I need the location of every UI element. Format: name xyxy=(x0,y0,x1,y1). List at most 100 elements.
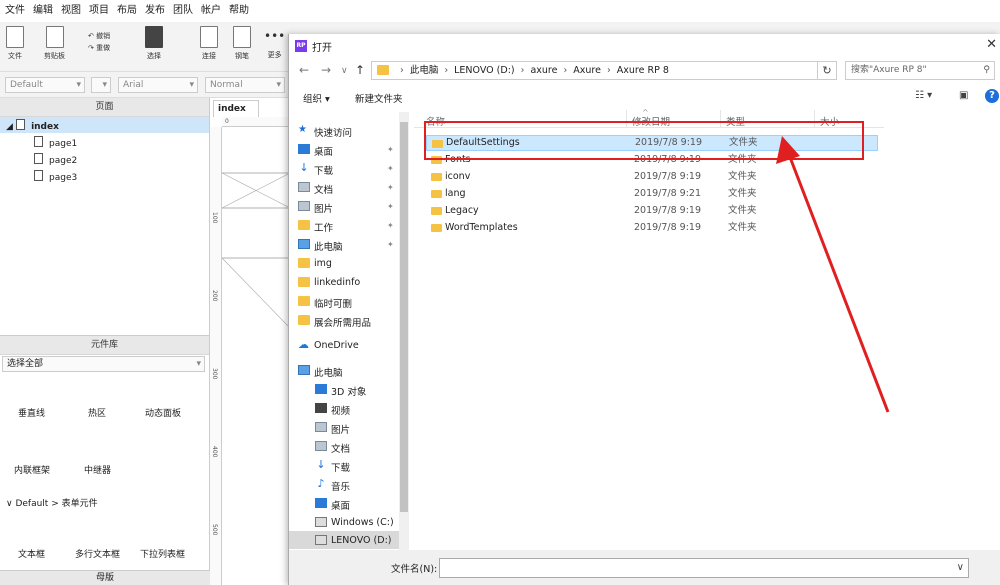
help-icon[interactable]: ? xyxy=(985,89,999,103)
widget-textbox[interactable]: 文本框 xyxy=(18,547,45,560)
nav-documents[interactable]: 文档 xyxy=(298,182,333,196)
page-item-1[interactable]: page1 xyxy=(34,136,77,149)
search-icon: ⚲ xyxy=(983,65,990,75)
widget-section-header[interactable]: ∨ Default > 表单元件 xyxy=(6,496,98,509)
nav-pictures[interactable]: 图片 xyxy=(298,201,333,215)
tab-index-label: index xyxy=(218,104,246,114)
nav-drive-d[interactable]: LENOVO (D:) xyxy=(315,535,391,546)
refresh-button[interactable]: ↻ xyxy=(817,61,837,80)
nav-label: 文档 xyxy=(331,444,351,455)
menu-publish[interactable]: 发布 xyxy=(141,0,169,22)
tab-index[interactable]: index × xyxy=(213,100,259,130)
view-options-icon[interactable]: ☷ ▾ xyxy=(915,90,932,101)
page-item-3[interactable]: page3 xyxy=(34,170,77,183)
select-tool[interactable]: 选择 xyxy=(145,26,163,61)
nav-linkedinfo[interactable]: linkedinfo xyxy=(298,277,360,288)
nav-3d-objects[interactable]: 3D 对象 xyxy=(315,384,366,398)
breadcrumb-item[interactable]: 此电脑 xyxy=(410,65,439,76)
nav-exhibition[interactable]: 展会所需用品 xyxy=(298,315,371,329)
search-input[interactable]: 搜索"Axure RP 8" ⚲ xyxy=(845,61,995,80)
menu-view[interactable]: 视图 xyxy=(57,0,85,22)
undo-button[interactable]: ↶ 撤销 xyxy=(88,30,110,42)
menu-help[interactable]: 帮助 xyxy=(225,0,253,22)
download-icon: ↓ xyxy=(299,161,309,174)
more-tool[interactable]: ••• 更多 xyxy=(264,26,285,60)
design-canvas[interactable] xyxy=(210,98,290,585)
widget-repeater[interactable]: 中继器 xyxy=(84,463,111,476)
redo-button[interactable]: ↷ 重做 xyxy=(88,42,110,54)
font-weight-select[interactable]: Normal xyxy=(205,77,285,93)
nav-temp[interactable]: 临时可删 xyxy=(298,296,352,310)
file-name: iconv xyxy=(445,171,471,182)
nav-quick-access[interactable]: ★ 快速访问 xyxy=(298,125,352,140)
nav-drive-c[interactable]: Windows (C:) xyxy=(315,517,394,528)
font-select[interactable]: Arial xyxy=(118,77,198,93)
style-select[interactable]: Default xyxy=(5,77,85,93)
close-icon[interactable]: ✕ xyxy=(986,37,997,52)
pen-tool[interactable]: 钢笔 xyxy=(233,26,251,61)
pages-panel: 页面 ◢ index page1 page2 page3 xyxy=(0,98,210,335)
organize-button[interactable]: 组织 ▾ xyxy=(303,91,330,105)
widget-hotspot[interactable]: 热区 xyxy=(88,406,106,419)
menu-file[interactable]: 文件 xyxy=(0,0,29,22)
new-folder-button[interactable]: 新建文件夹 xyxy=(355,91,403,105)
new-file-icon xyxy=(6,26,24,48)
file-tool[interactable]: 文件 xyxy=(6,26,24,61)
nav-videos[interactable]: 视频 xyxy=(315,403,350,417)
filename-input[interactable]: ∨ xyxy=(439,558,969,578)
clipboard-tool[interactable]: 剪贴板 xyxy=(44,26,65,61)
connect-tool[interactable]: 连接 xyxy=(200,26,218,61)
widget-vertical-line[interactable]: 垂直线 xyxy=(18,406,45,419)
forward-arrow-icon[interactable]: → xyxy=(321,63,331,77)
library-select[interactable]: 选择全部 xyxy=(2,356,205,372)
nav-pc-pictures[interactable]: 图片 xyxy=(315,422,350,436)
back-arrow-icon[interactable]: ← xyxy=(299,63,309,77)
up-arrow-icon[interactable]: ↑ xyxy=(355,63,365,77)
nav-work[interactable]: 工作 xyxy=(298,220,333,234)
nav-scrollbar-thumb[interactable] xyxy=(400,122,408,512)
nav-downloads[interactable]: ↓ 下载 xyxy=(299,162,333,177)
nav-label: Windows (C:) xyxy=(331,517,394,528)
breadcrumb-item[interactable]: LENOVO (D:) xyxy=(454,65,514,76)
menu-edit[interactable]: 编辑 xyxy=(29,0,57,22)
menu-team[interactable]: 团队 xyxy=(169,0,197,22)
nav-onedrive[interactable]: ☁ OneDrive xyxy=(298,339,359,351)
page-index[interactable]: ◢ index xyxy=(6,119,59,132)
address-bar[interactable]: › 此电脑 › LENOVO (D:) › axure › Axure › Axure RP 8 … xyxy=(371,61,835,80)
nav-music[interactable]: ♪ 音乐 xyxy=(317,478,350,493)
page-item-2[interactable]: page2 xyxy=(34,153,77,166)
nav-desktop[interactable]: 桌面 xyxy=(298,144,333,158)
widget-dynamic-panel[interactable]: 动态面板 xyxy=(145,406,181,419)
nav-pc-desktop[interactable]: 桌面 xyxy=(315,498,350,512)
nav-this-pc-pinned[interactable]: 此电脑 xyxy=(298,239,343,253)
nav-pc-downloads[interactable]: ↓ 下载 xyxy=(316,459,350,474)
widgets-panel-title: 元件库 xyxy=(0,336,209,355)
menu-layout[interactable]: 布局 xyxy=(113,0,141,22)
nav-img[interactable]: img xyxy=(298,258,332,269)
page-icon xyxy=(34,136,43,147)
chevron-down-icon[interactable]: ∨ xyxy=(341,66,348,76)
folder-icon xyxy=(298,277,310,287)
chevron-down-icon[interactable]: ∨ xyxy=(957,562,964,573)
cube-icon xyxy=(315,384,327,394)
pin-icon: ✦ xyxy=(387,145,394,154)
preview-pane-icon[interactable]: ▣ xyxy=(959,90,968,101)
breadcrumb-item[interactable]: Axure xyxy=(573,65,601,76)
widget-inline-frame[interactable]: 内联框架 xyxy=(14,463,50,476)
connect-tool-label: 连接 xyxy=(202,52,216,60)
widget-textarea[interactable]: 多行文本框 xyxy=(75,547,120,560)
nav-label: OneDrive xyxy=(314,340,359,351)
menu-project[interactable]: 项目 xyxy=(85,0,113,22)
pen-tool-label: 钢笔 xyxy=(235,52,249,60)
folder-icon xyxy=(431,224,442,232)
undo-label: 撤销 xyxy=(96,32,111,40)
breadcrumb-item[interactable]: Axure RP 8 xyxy=(617,65,669,76)
more-dots-icon: ••• xyxy=(264,29,286,43)
nav-this-pc[interactable]: 此电脑 xyxy=(298,365,343,379)
widget-droplist[interactable]: 下拉列表框 xyxy=(140,547,185,560)
breadcrumb-item[interactable]: axure xyxy=(530,65,557,76)
format-painter-button[interactable] xyxy=(91,77,111,93)
nav-pc-documents[interactable]: 文档 xyxy=(315,441,351,455)
menu-account[interactable]: 帐户 xyxy=(197,0,225,22)
computer-icon xyxy=(298,239,310,249)
